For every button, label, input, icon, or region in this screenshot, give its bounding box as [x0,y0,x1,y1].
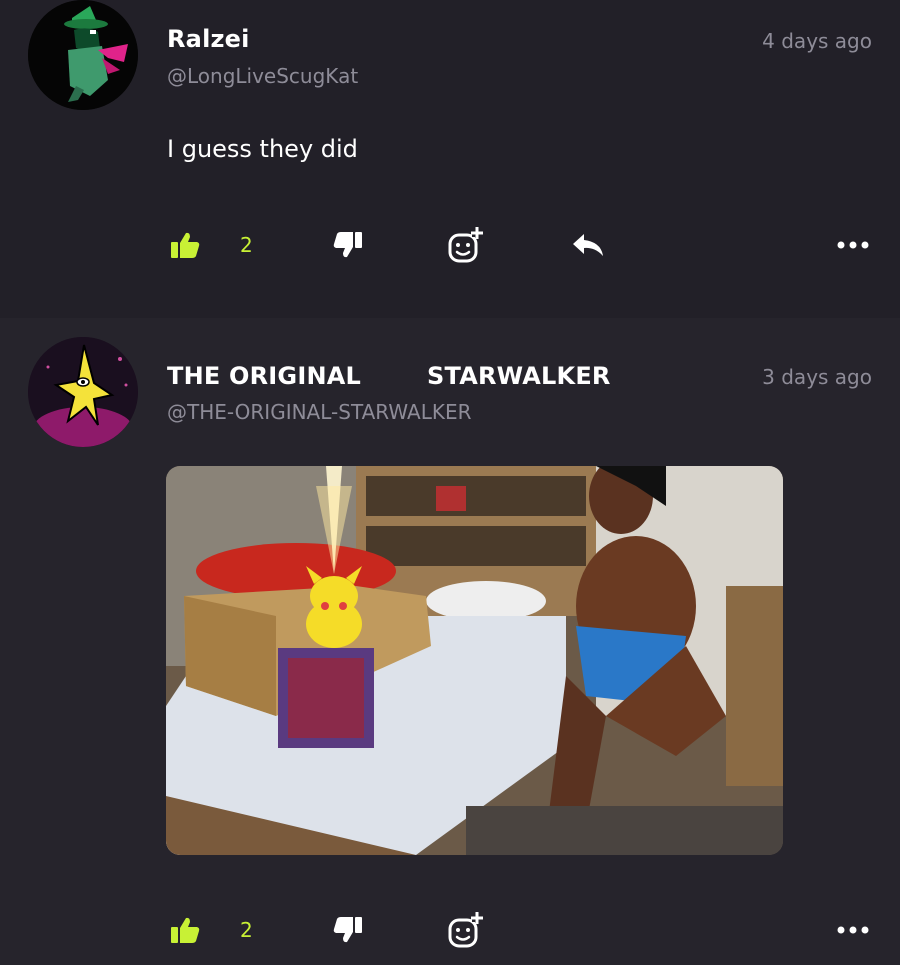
author-name-part: THE ORIGINAL [167,362,362,390]
attached-image[interactable] [166,466,783,855]
author-handle[interactable]: @THE-ORIGINAL-STARWALKER [167,400,472,424]
comment-actions: 2 [0,905,900,955]
thumbs-up-icon [171,232,200,258]
timestamp: 4 days ago [762,29,872,53]
like-count: 2 [240,233,253,257]
dislike-button[interactable] [333,905,363,955]
thumbs-down-icon [333,232,362,258]
comment-card: THE ORIGINAL STARWALKER @THE-ORIGINAL-STA… [0,318,900,965]
more-options-button[interactable] [836,905,870,955]
more-icon [837,241,869,249]
avatar[interactable] [28,0,138,110]
add-reaction-button[interactable] [447,220,485,270]
add-reaction-button[interactable] [447,905,485,955]
dislike-button[interactable] [333,220,363,270]
thumbs-down-icon [333,917,362,943]
author-name[interactable]: Ralzei [167,25,250,53]
reply-icon [573,234,603,256]
comment-actions: 2 [0,220,900,270]
author-handle[interactable]: @LongLiveScugKat [167,64,358,88]
like-button[interactable] [170,905,200,955]
thumbs-up-icon [171,917,200,943]
like-button[interactable] [170,220,200,270]
author-name-part: STARWALKER [427,362,611,390]
more-options-button[interactable] [836,220,870,270]
timestamp: 3 days ago [762,365,872,389]
like-count: 2 [240,918,253,942]
more-icon [837,926,869,934]
author-name[interactable]: THE ORIGINAL STARWALKER [167,362,611,390]
add-reaction-icon [448,912,483,948]
avatar[interactable] [28,337,138,447]
reply-button[interactable] [571,220,605,270]
add-reaction-icon [448,227,483,263]
comment-text: I guess they did [167,135,358,163]
comment-card: Ralzei @LongLiveScugKat 4 days ago I gue… [0,0,900,318]
